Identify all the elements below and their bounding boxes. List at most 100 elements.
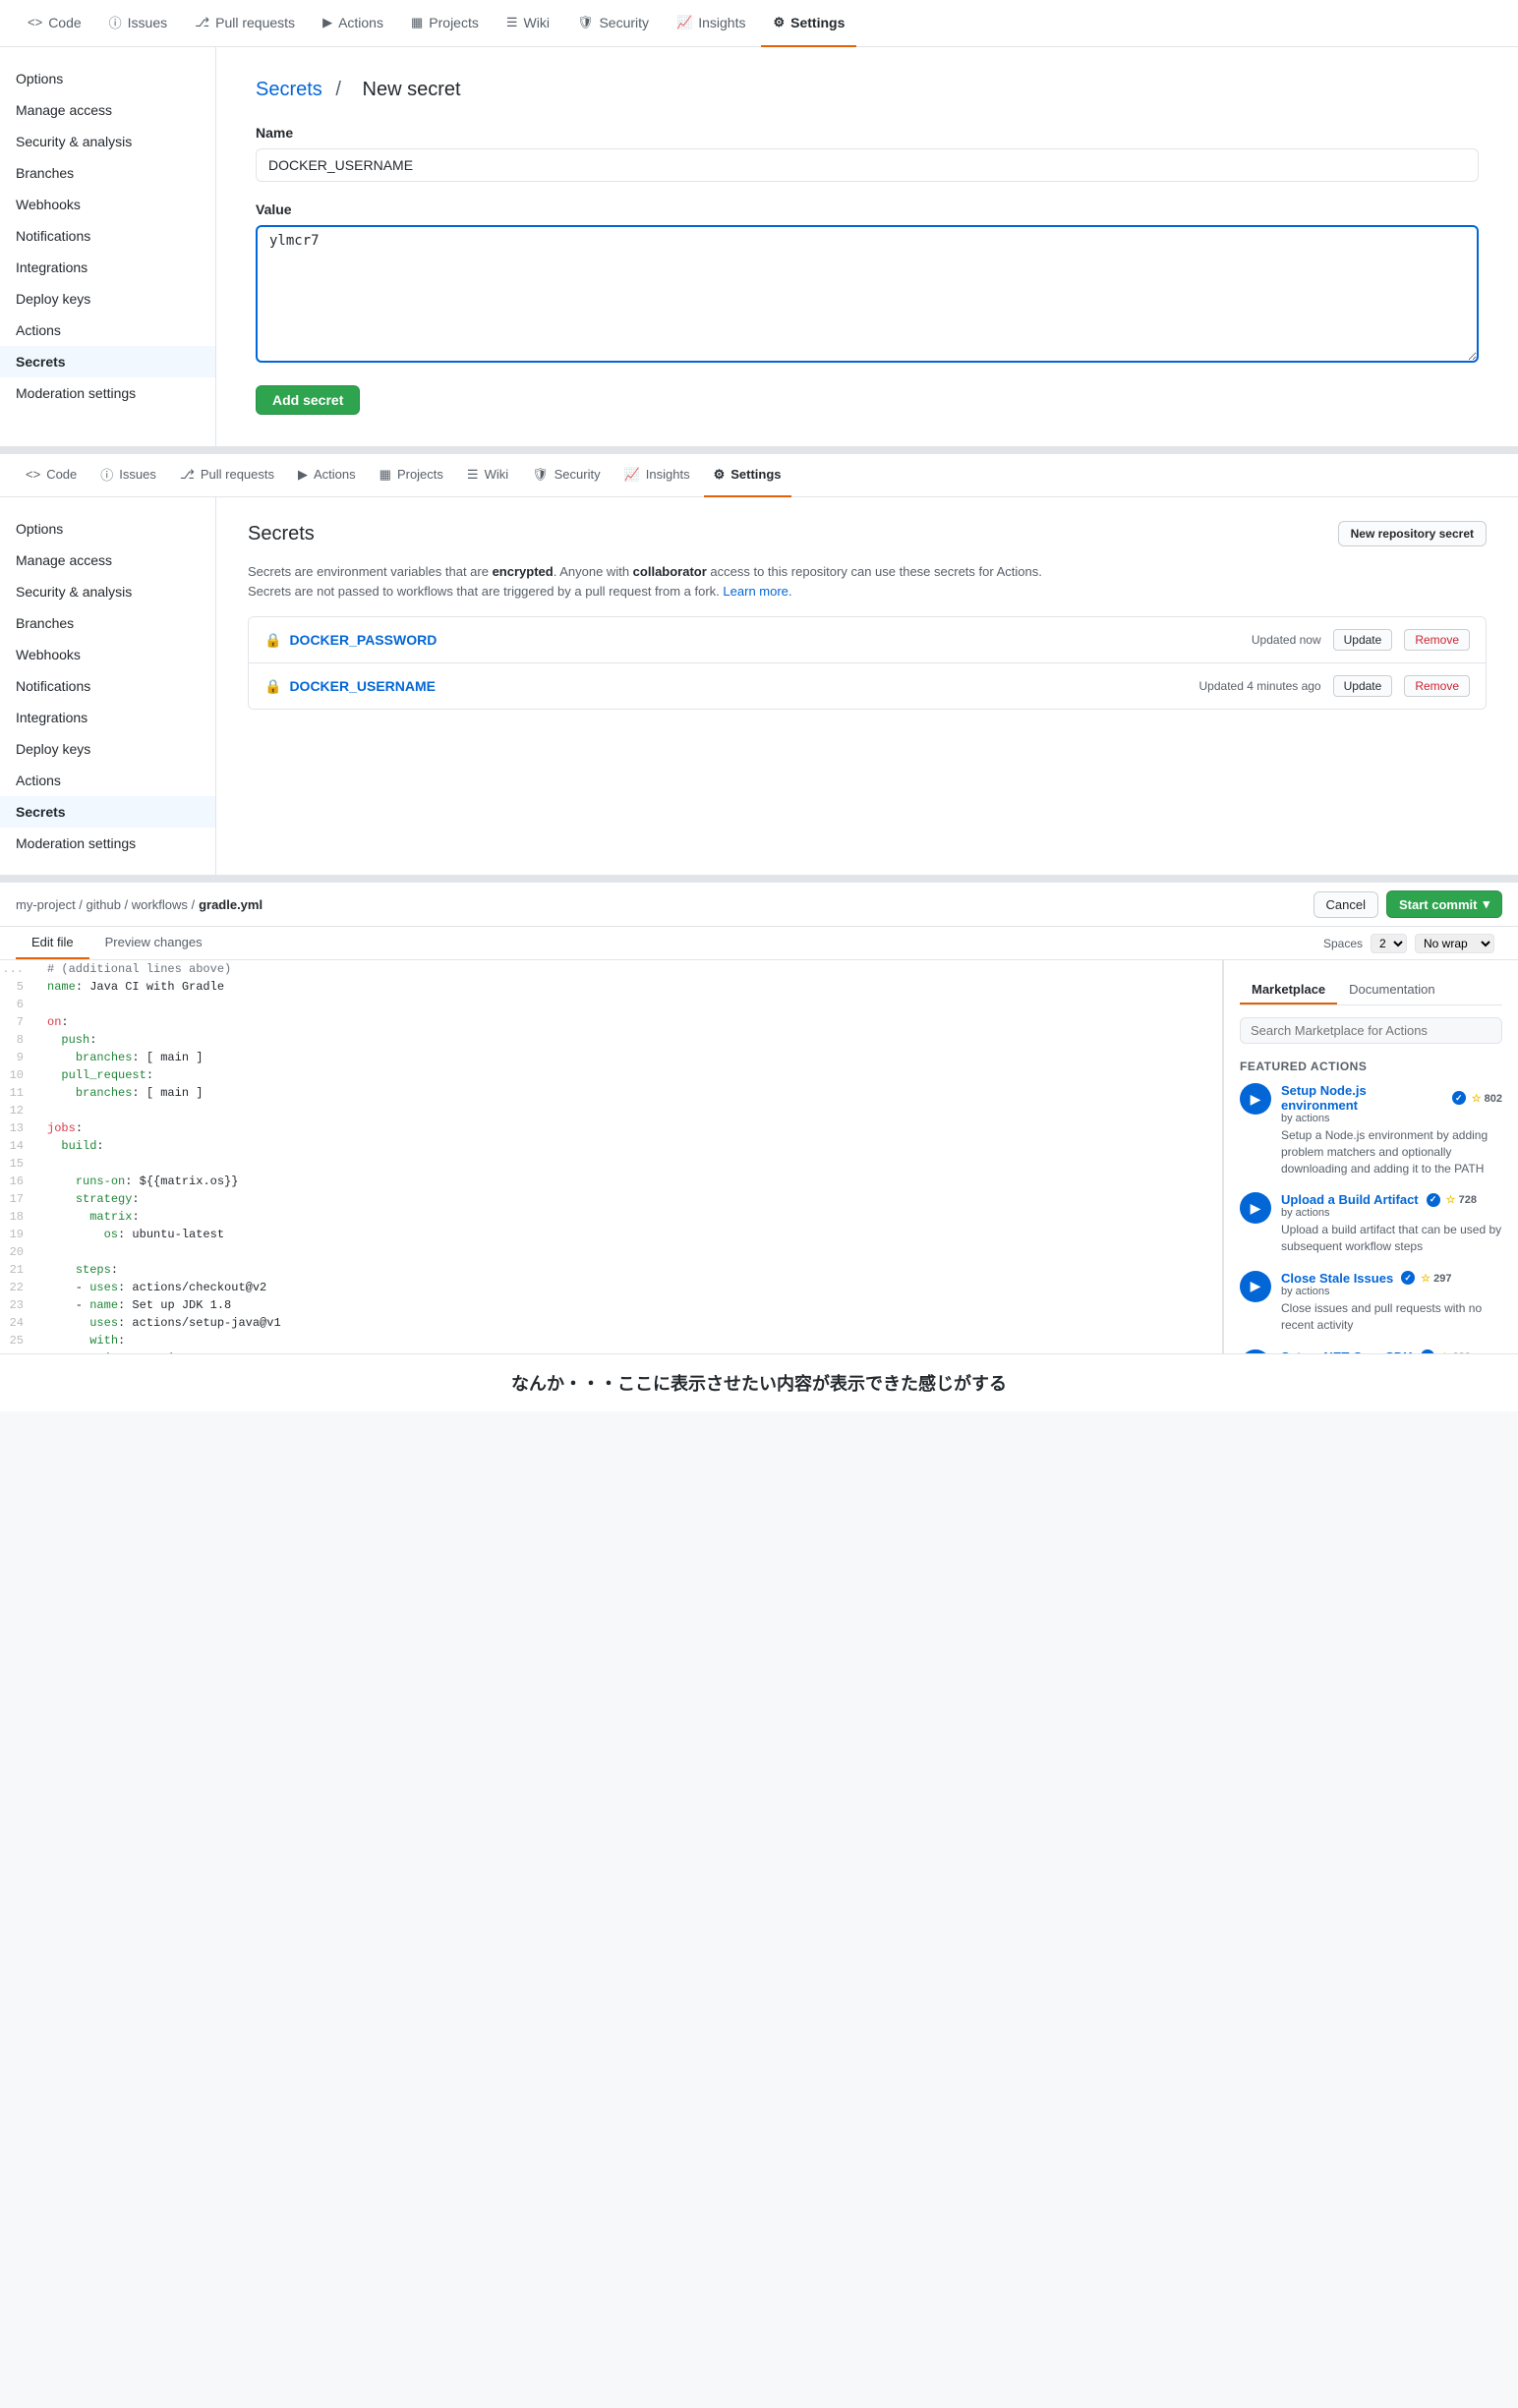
security-icon2: 🛡 (532, 467, 549, 483)
sidebar2-deploy-keys[interactable]: Deploy keys (0, 733, 215, 765)
sidebar2-branches[interactable]: Branches (0, 607, 215, 639)
marketplace-search[interactable] (1240, 1017, 1502, 1044)
chevron-down-icon: ▾ (1483, 896, 1489, 912)
featured-title: Featured Actions (1240, 1060, 1502, 1073)
bottom-text: なんか・・・ここに表示させたい内容が表示できた感じがする (0, 1353, 1518, 1411)
new-repository-secret-button[interactable]: New repository secret (1338, 521, 1487, 546)
nav2-projects[interactable]: ▦ Projects (370, 454, 453, 497)
sidebar2-secrets[interactable]: Secrets (0, 796, 215, 828)
name-input[interactable] (256, 148, 1479, 182)
sidebar-webhooks[interactable]: Webhooks (0, 189, 215, 220)
sidebar-security-analysis[interactable]: Security & analysis (0, 126, 215, 157)
sidebar2-notifications[interactable]: Notifications (0, 670, 215, 702)
nav-settings[interactable]: ⚙ Settings (761, 0, 856, 47)
update-button-1[interactable]: Update (1333, 629, 1393, 651)
start-commit-button[interactable]: Start commit ▾ (1386, 890, 1502, 918)
nav-pullrequests[interactable]: ⎇ Pull requests (183, 0, 307, 47)
tab-marketplace[interactable]: Marketplace (1240, 976, 1337, 1004)
nav-bar-section2: <> Code ⓘ Issues ⎇ Pull requests ▶ Actio… (0, 454, 1518, 497)
nav-actions[interactable]: ▶ Actions (311, 0, 395, 47)
tab-documentation[interactable]: Documentation (1337, 976, 1446, 1004)
sidebar-manage-access[interactable]: Manage access (0, 94, 215, 126)
remove-button-2[interactable]: Remove (1404, 675, 1470, 697)
update-button-2[interactable]: Update (1333, 675, 1393, 697)
secret-row-docker-username: 🔒 DOCKER_USERNAME Updated 4 minutes ago … (249, 663, 1486, 709)
nav2-issues[interactable]: ⓘ Issues (90, 454, 166, 497)
nav2-security[interactable]: 🛡 Security (522, 454, 610, 497)
lock-icon-2: 🔒 (264, 678, 281, 695)
code-line-15: 15 (0, 1155, 1222, 1173)
verified-badge-3: ✓ (1401, 1271, 1415, 1285)
sidebar-deploy-keys[interactable]: Deploy keys (0, 283, 215, 315)
settings-icon: ⚙ (773, 15, 785, 30)
breadcrumb-link[interactable]: Secrets (256, 79, 322, 100)
sidebar-actions[interactable]: Actions (0, 315, 215, 346)
sidebar2-moderation[interactable]: Moderation settings (0, 828, 215, 859)
mp-tabs: Marketplace Documentation (1240, 976, 1502, 1005)
spaces-select[interactable]: 24 (1371, 934, 1407, 953)
breadcrumb-sep: / (335, 79, 341, 100)
action-by-2: by actions (1281, 1207, 1502, 1219)
cancel-button[interactable]: Cancel (1314, 891, 1378, 918)
code-line-23: 23 - name: Set up JDK 1.8 (0, 1296, 1222, 1314)
sidebar2-actions[interactable]: Actions (0, 765, 215, 796)
sidebar-options[interactable]: Options (0, 63, 215, 94)
nav-code[interactable]: <> Code (16, 0, 93, 47)
sidebar-integrations[interactable]: Integrations (0, 252, 215, 283)
insights-icon: 📈 (676, 15, 692, 30)
tab-edit-file[interactable]: Edit file (16, 927, 89, 959)
nav2-insights[interactable]: 📈 Insights (614, 454, 700, 497)
verified-badge-2: ✓ (1427, 1193, 1440, 1207)
nav2-wiki[interactable]: ☰ Wiki (457, 454, 518, 497)
sidebar2-security-analysis[interactable]: Security & analysis (0, 576, 215, 607)
wiki-icon2: ☰ (467, 467, 479, 483)
code-line-25: 25 with: (0, 1332, 1222, 1349)
sidebar2-manage-access[interactable]: Manage access (0, 545, 215, 576)
sidebar2-webhooks[interactable]: Webhooks (0, 639, 215, 670)
editor-body: ... # (additional lines above) 5 name: J… (0, 960, 1518, 1353)
code-line-5: 5 name: Java CI with Gradle (0, 978, 1222, 996)
nav-insights[interactable]: 📈 Insights (665, 0, 757, 47)
issues-icon2: ⓘ (100, 465, 113, 484)
security-icon: 🛡 (577, 15, 594, 30)
nav-security[interactable]: 🛡 Security (565, 0, 661, 47)
code-line-24: 24 uses: actions/setup-java@v1 (0, 1314, 1222, 1332)
value-textarea[interactable] (256, 225, 1479, 363)
actions-icon: ▶ (322, 15, 332, 30)
code-line-22: 22 - uses: actions/checkout@v2 (0, 1279, 1222, 1296)
secrets-title: Secrets (248, 523, 315, 545)
nav2-pr[interactable]: ⎇ Pull requests (170, 454, 284, 497)
learn-more-link[interactable]: Learn more. (723, 584, 791, 599)
nav2-settings[interactable]: ⚙ Settings (704, 454, 791, 497)
sidebar-branches[interactable]: Branches (0, 157, 215, 189)
action-name-3: Close Stale Issues (1281, 1271, 1393, 1286)
secrets-description: Secrets are environment variables that a… (248, 562, 1487, 601)
editor-tabs: Edit file Preview changes Spaces 24 No w… (0, 927, 1518, 960)
code-line-6: 6 (0, 996, 1222, 1013)
tab-preview-changes[interactable]: Preview changes (89, 927, 218, 959)
wiki-icon: ☰ (506, 15, 518, 30)
nav2-code[interactable]: <> Code (16, 454, 87, 497)
editor-breadcrumb: my-project / github / workflows / gradle… (16, 897, 263, 912)
nav-wiki[interactable]: ☰ Wiki (495, 0, 561, 47)
sidebar-notifications[interactable]: Notifications (0, 220, 215, 252)
pr-icon: ⎇ (195, 15, 209, 30)
editor-breadcrumb-path: my-project / github / workflows / (16, 897, 195, 912)
sidebar2-options[interactable]: Options (0, 513, 215, 545)
remove-button-1[interactable]: Remove (1404, 629, 1470, 651)
nav-projects[interactable]: ▦ Projects (399, 0, 491, 47)
issues-icon: ⓘ (109, 13, 122, 31)
sidebar-moderation[interactable]: Moderation settings (0, 377, 215, 409)
wrap-select[interactable]: No wrapSoft wrap (1415, 934, 1494, 953)
code-line-11: 11 branches: [ main ] (0, 1084, 1222, 1102)
name-field-group: Name (256, 125, 1479, 182)
sidebar-s2: Options Manage access Security & analysi… (0, 497, 216, 875)
sidebar-secrets[interactable]: Secrets (0, 346, 215, 377)
code-line-20: 20 (0, 1243, 1222, 1261)
nav-issues[interactable]: ⓘ Issues (97, 0, 179, 47)
sidebar2-integrations[interactable]: Integrations (0, 702, 215, 733)
code-editor[interactable]: ... # (additional lines above) 5 name: J… (0, 960, 1223, 1353)
breadcrumb: Secrets / New secret (256, 79, 1479, 101)
add-secret-button[interactable]: Add secret (256, 385, 360, 415)
nav2-actions[interactable]: ▶ Actions (288, 454, 366, 497)
